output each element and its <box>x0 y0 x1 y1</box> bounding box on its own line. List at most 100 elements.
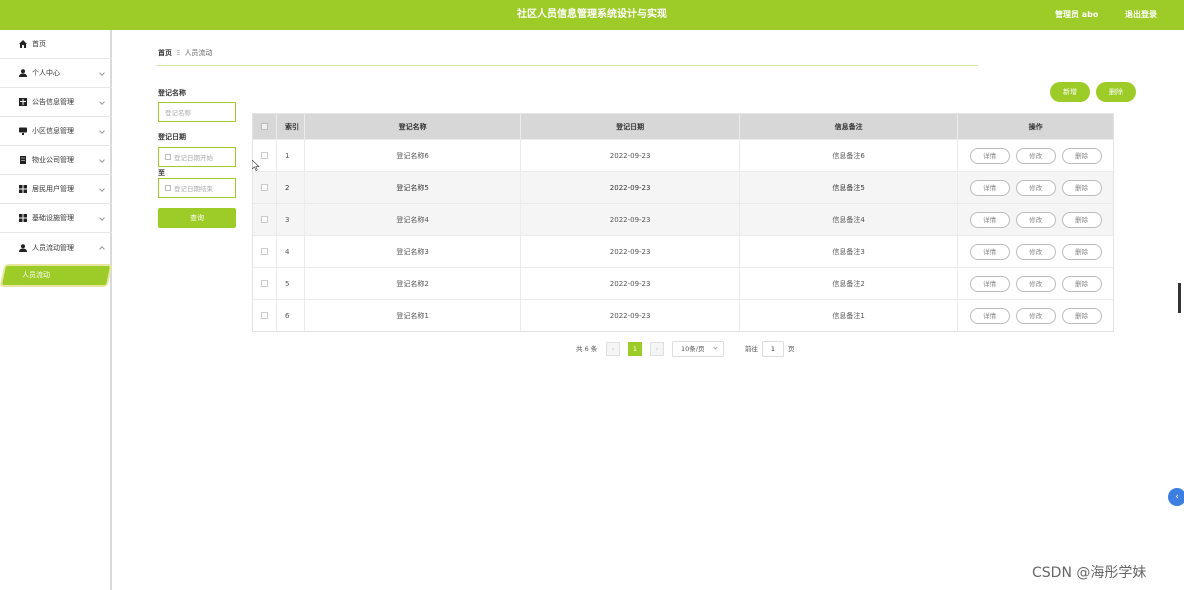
row-ops: 详情 修改 删除 <box>958 268 1113 299</box>
row-checkbox[interactable] <box>260 184 268 191</box>
apps-icon <box>18 185 27 194</box>
row-date: 2022-09-23 <box>521 172 740 203</box>
chevron-down-icon <box>99 186 105 192</box>
row-note: 信息备注2 <box>740 268 959 299</box>
row-index: 1 <box>277 140 305 171</box>
chevron-down-icon <box>99 99 105 105</box>
detail-button[interactable]: 详情 <box>969 275 1010 292</box>
sidebar-item-label: 物业公司管理 <box>32 156 74 164</box>
sidebar-item-notice[interactable]: 公告信息管理 <box>0 88 112 117</box>
chevron-up-icon <box>99 246 105 252</box>
pagination-size-value: 10条/页 <box>681 345 705 353</box>
detail-button[interactable]: 详情 <box>969 243 1010 260</box>
edit-button[interactable]: 修改 <box>1015 147 1056 164</box>
search-date-start-input[interactable]: 登记日期开始 <box>158 147 236 167</box>
row-name: 登记名称1 <box>305 300 522 331</box>
search-date-label: 登记日期 <box>158 133 186 141</box>
row-index: 6 <box>277 300 305 331</box>
breadcrumb-home[interactable]: 首页 <box>158 48 172 58</box>
sidebar-item-home[interactable]: 首页 <box>0 30 112 59</box>
edit-button[interactable]: 修改 <box>1015 179 1056 196</box>
row-name: 登记名称2 <box>305 268 522 299</box>
sidebar-item-label: 公告信息管理 <box>32 98 74 106</box>
scrollbar-handle[interactable] <box>1178 283 1181 313</box>
row-note: 信息备注1 <box>740 300 959 331</box>
apps-icon <box>18 214 27 223</box>
building-icon <box>18 156 27 165</box>
pagination-goto-label: 前往 <box>745 345 758 353</box>
row-date: 2022-09-23 <box>521 268 740 299</box>
watermark: CSDN @海彤学妹 <box>1032 565 1147 581</box>
delete-button[interactable]: 删除 <box>1061 179 1102 196</box>
query-button[interactable]: 查询 <box>158 208 236 228</box>
table-header: 索引 登记名称 登记日期 信息备注 操作 <box>253 114 1113 139</box>
search-date-end-input[interactable]: 登记日期结束 <box>158 178 236 198</box>
row-ops: 详情 修改 删除 <box>958 140 1113 171</box>
row-ops: 详情 修改 删除 <box>958 300 1113 331</box>
calendar-icon <box>165 185 171 191</box>
delete-button[interactable]: 删除 <box>1061 147 1102 164</box>
row-name: 登记名称4 <box>305 204 522 235</box>
search-name-label: 登记名称 <box>158 89 186 97</box>
delete-button[interactable]: 删除 <box>1061 243 1102 260</box>
logout-button[interactable]: 退出登录 <box>1125 0 1157 30</box>
chevron-down-icon <box>99 128 105 134</box>
row-ops: 详情 修改 删除 <box>958 172 1113 203</box>
add-button[interactable]: 新增 <box>1050 82 1090 102</box>
user-icon <box>18 243 27 252</box>
edit-button[interactable]: 修改 <box>1015 307 1056 324</box>
chevron-down-icon <box>99 70 105 76</box>
admin-username: 管理员 abo <box>1055 10 1099 19</box>
row-checkbox[interactable] <box>260 248 268 255</box>
delete-button[interactable]: 删除 <box>1061 307 1102 324</box>
row-checkbox[interactable] <box>260 280 268 287</box>
row-checkbox-cell <box>253 300 277 331</box>
detail-button[interactable]: 详情 <box>969 307 1010 324</box>
batch-delete-button[interactable]: 删除 <box>1096 82 1136 102</box>
edit-button[interactable]: 修改 <box>1015 243 1056 260</box>
row-checkbox[interactable] <box>260 216 268 223</box>
breadcrumb-current: 人员流动 <box>184 49 213 57</box>
row-checkbox[interactable] <box>260 312 268 319</box>
delete-button[interactable]: 删除 <box>1061 211 1102 228</box>
row-checkbox-cell <box>253 172 277 203</box>
edit-button[interactable]: 修改 <box>1015 275 1056 292</box>
row-checkbox[interactable] <box>260 152 268 159</box>
select-all-checkbox[interactable] <box>260 123 268 130</box>
breadcrumb: 首页 Ξ 人员流动 <box>158 46 212 60</box>
table-row: 2 登记名称5 2022-09-23 信息备注5 详情 修改 删除 <box>253 171 1113 203</box>
search-name-input[interactable]: 登记名称 <box>158 102 236 122</box>
sidebar-item-label: 人员流动管理 <box>32 243 74 252</box>
sidebar-item-personal-center[interactable]: 个人中心 <box>0 59 112 88</box>
header-note: 信息备注 <box>740 114 959 139</box>
detail-button[interactable]: 详情 <box>969 179 1010 196</box>
mouse-cursor-icon <box>252 160 260 171</box>
calendar-icon <box>165 154 171 160</box>
data-table: 索引 登记名称 登记日期 信息备注 操作 1 登记名称6 2022-09-23 … <box>252 113 1114 332</box>
header-date: 登记日期 <box>521 114 740 139</box>
pagination-goto-input[interactable]: 1 <box>762 341 784 357</box>
row-index: 3 <box>277 204 305 235</box>
sidebar-item-property-company[interactable]: 物业公司管理 <box>0 146 112 175</box>
detail-button[interactable]: 详情 <box>969 211 1010 228</box>
sidebar-subitem-label: 人员流动 <box>22 271 50 279</box>
breadcrumb-divider <box>157 65 978 66</box>
sidebar-subitem-mobility-active[interactable] <box>1 266 111 285</box>
delete-button[interactable]: 删除 <box>1061 275 1102 292</box>
table-row: 4 登记名称3 2022-09-23 信息备注3 详情 修改 删除 <box>253 235 1113 267</box>
detail-button[interactable]: 详情 <box>969 147 1010 164</box>
table-row: 5 登记名称2 2022-09-23 信息备注2 详情 修改 删除 <box>253 267 1113 299</box>
row-checkbox-cell <box>253 236 277 267</box>
sidebar-item-community[interactable]: 小区信息管理 <box>0 117 112 146</box>
pagination-prev-button[interactable]: ‹ <box>606 342 620 356</box>
pagination-page-1[interactable]: 1 <box>628 342 642 356</box>
pagination-size-select[interactable]: 10条/页 <box>672 341 724 357</box>
edit-button[interactable]: 修改 <box>1015 211 1056 228</box>
app-title: 社区人员信息管理系统设计与实现 <box>517 9 667 20</box>
float-collapse-button[interactable]: ‹ <box>1168 488 1184 506</box>
monitor-icon <box>18 127 27 136</box>
sidebar-item-infrastructure[interactable]: 基础设施管理 <box>0 204 112 233</box>
sidebar-item-mobility[interactable]: 人员流动管理 <box>0 233 112 262</box>
pagination-next-button[interactable]: › <box>650 342 664 356</box>
sidebar-item-residents[interactable]: 居民用户管理 <box>0 175 112 204</box>
